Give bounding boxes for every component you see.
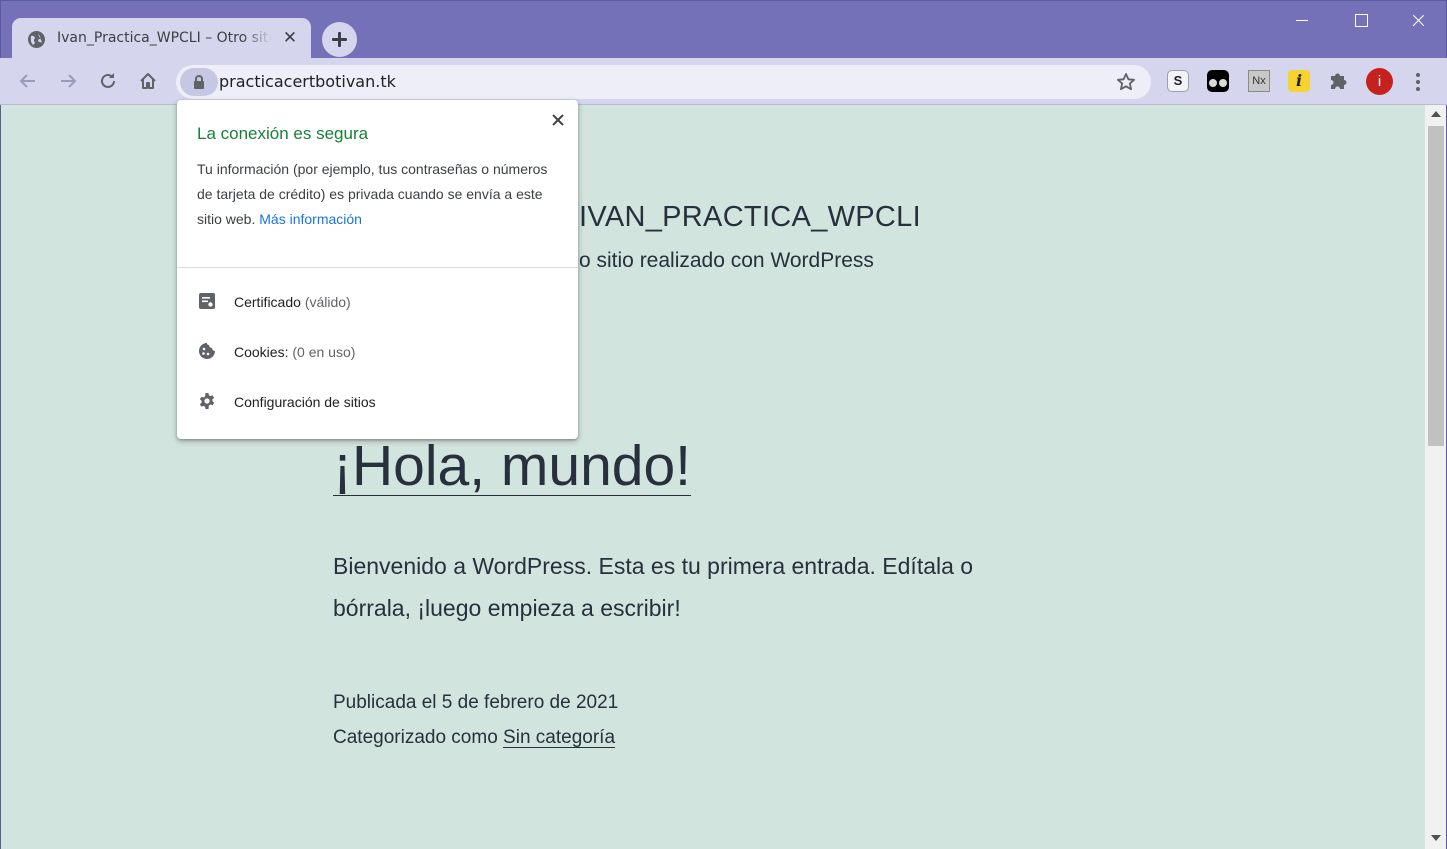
tampermonkey-icon[interactable] [1207, 70, 1229, 92]
cookie-icon [199, 343, 215, 359]
post-date: Publicada el 5 de febrero de 2021 [333, 692, 619, 713]
post-body: Bienvenido a WordPress. Esta es tu prime… [333, 553, 974, 621]
extension-i-icon[interactable]: i [1288, 70, 1310, 92]
site-info-popup: La conexión es segura Tu información (po… [177, 100, 578, 439]
certificate-status: (válido) [304, 294, 351, 310]
post-category: Categorizado como Sin categoría [333, 727, 615, 749]
new-tab-button[interactable] [322, 22, 357, 57]
cookies-label-text: Cookies: [234, 344, 289, 360]
lock-icon [194, 75, 204, 89]
certificate-label: Certificado (válido) [234, 294, 351, 310]
extension-s-icon[interactable]: S [1167, 70, 1189, 92]
certificate-label-text: Certificado [234, 294, 301, 310]
scroll-down-icon[interactable] [1431, 835, 1441, 841]
browser-tab[interactable]: Ivan_Practica_WPCLI – Otro sitio realiza… [12, 18, 311, 59]
forward-button[interactable] [54, 67, 82, 95]
cookies-count: (0 en uso) [292, 344, 356, 360]
home-button[interactable] [134, 67, 162, 95]
category-link[interactable]: Sin categoría [503, 727, 615, 748]
popup-close-icon[interactable] [547, 109, 569, 131]
site-settings-label: Configuración de sitios [234, 394, 376, 410]
reload-icon [101, 73, 115, 88]
menu-dot-icon [1416, 73, 1420, 77]
scroll-thumb[interactable] [1428, 126, 1444, 446]
popup-description: Tu información (por ejemplo, tus contras… [197, 157, 557, 232]
site-description: o sitio realizado con WordPress [579, 249, 874, 272]
arrow-left-icon [19, 74, 35, 88]
window-close-button[interactable] [1389, 1, 1447, 39]
certificate-icon [199, 293, 215, 309]
maximize-button[interactable] [1331, 1, 1389, 39]
post-title[interactable]: ¡Hola, mundo! [333, 433, 691, 499]
tab-title: Ivan_Practica_WPCLI – Otro sitio realiza… [57, 30, 272, 46]
browser-menu-button[interactable] [1408, 68, 1428, 96]
gear-icon [199, 393, 215, 409]
profile-avatar[interactable]: i [1366, 68, 1393, 95]
extensions-puzzle-icon[interactable] [1327, 70, 1349, 92]
extension-nx-icon[interactable]: Nx [1248, 70, 1270, 92]
popup-description-text: Tu información (por ejemplo, tus contras… [197, 161, 548, 227]
menu-dot-icon [1416, 87, 1420, 91]
popup-title: La conexión es segura [197, 124, 369, 143]
site-settings-row[interactable]: Configuración de sitios [177, 381, 578, 425]
back-button[interactable] [14, 67, 42, 95]
category-prefix: Categorizado como [333, 727, 498, 748]
minimize-button[interactable] [1273, 1, 1331, 39]
cookies-label: Cookies: (0 en uso) [234, 344, 355, 360]
address-bar[interactable]: practicacertbotivan.tk [176, 65, 1151, 99]
browser-toolbar: practicacertbotivan.tk S Nx i i [0, 58, 1447, 105]
site-info-button[interactable] [180, 68, 218, 96]
browser-title-bar: Ivan_Practica_WPCLI – Otro sitio realiza… [0, 0, 1447, 59]
globe-icon [28, 31, 45, 48]
arrow-right-icon [61, 74, 77, 88]
certificate-row[interactable]: Certificado (válido) [177, 281, 578, 325]
bookmark-star-icon[interactable] [1116, 72, 1136, 96]
reload-button[interactable] [94, 67, 122, 95]
menu-dot-icon [1416, 80, 1420, 84]
url-text[interactable]: practicacertbotivan.tk [219, 72, 396, 91]
scroll-up-icon[interactable] [1431, 111, 1441, 117]
home-icon [140, 73, 156, 89]
vertical-scrollbar[interactable] [1425, 105, 1447, 849]
cookies-row[interactable]: Cookies: (0 en uso) [177, 331, 578, 375]
more-info-link[interactable]: Más información [259, 211, 362, 227]
site-title[interactable]: IVAN_PRACTICA_WPCLI [579, 201, 921, 234]
tab-close-icon[interactable]: ✕ [280, 28, 300, 48]
popup-divider [177, 267, 578, 268]
